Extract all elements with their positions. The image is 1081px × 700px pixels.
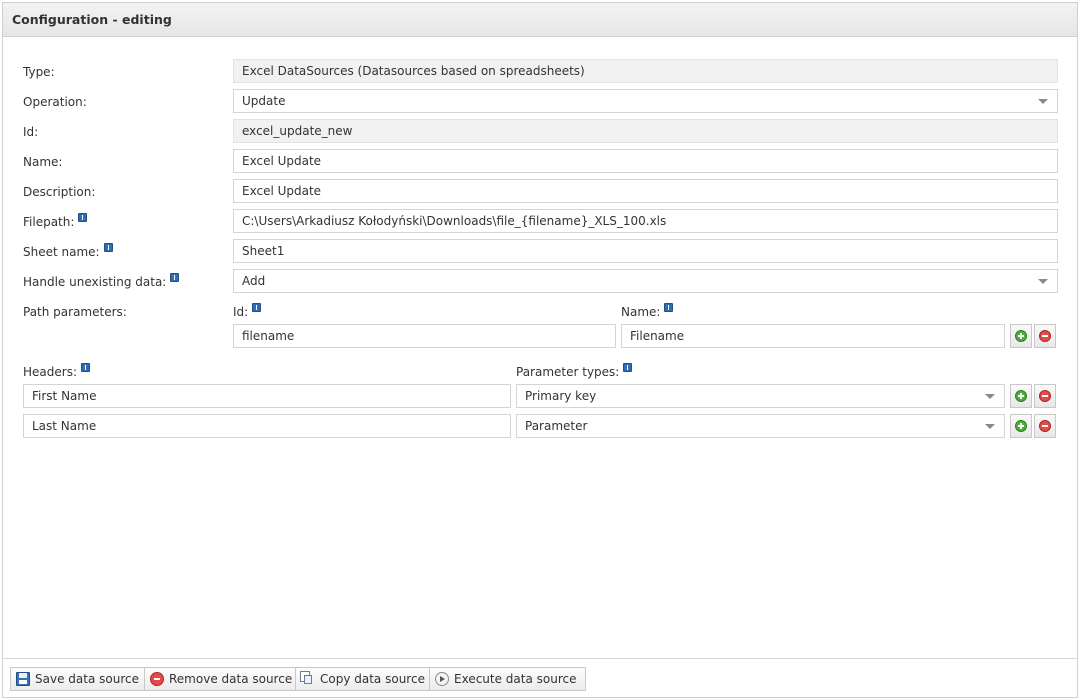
add-icon	[1015, 420, 1027, 432]
filepath-label: Filepath:	[23, 215, 75, 229]
remove-icon	[150, 672, 164, 686]
parameter-type-select[interactable]: Parameter	[516, 414, 1005, 438]
info-icon[interactable]	[252, 303, 262, 312]
info-icon[interactable]	[81, 363, 90, 372]
info-icon[interactable]	[103, 243, 113, 252]
sheet-name-label-wrap: Sheet name:	[23, 243, 113, 259]
name-input[interactable]: Excel Update	[233, 149, 1058, 173]
id-label: Id:	[23, 125, 39, 139]
execute-label: Execute data source	[454, 672, 577, 686]
add-icon	[1015, 390, 1027, 402]
path-param-name-label: Name:	[621, 305, 661, 319]
handle-unexisting-label-wrap: Handle unexisting data:	[23, 273, 180, 289]
remove-label: Remove data source	[169, 672, 293, 686]
header-input[interactable]: First Name	[23, 384, 511, 408]
add-header-button[interactable]	[1010, 414, 1032, 438]
handle-unexisting-select[interactable]: Add	[233, 269, 1058, 293]
remove-icon	[1039, 330, 1051, 342]
remove-data-source-button[interactable]: Remove data source	[144, 667, 302, 691]
operation-select[interactable]: Update	[233, 89, 1058, 113]
path-param-id-label: Id:	[233, 305, 249, 319]
info-icon[interactable]	[170, 273, 180, 282]
description-label: Description:	[23, 185, 96, 199]
copy-data-source-button[interactable]: Copy data source	[295, 667, 434, 691]
bottom-toolbar: Save data source Remove data source Copy…	[3, 658, 1077, 697]
parameter-types-label-wrap: Parameter types:	[516, 363, 633, 379]
panel-title: Configuration - editing	[12, 12, 172, 27]
copy-icon	[300, 671, 312, 684]
description-input[interactable]: Excel Update	[233, 179, 1058, 203]
save-icon	[16, 672, 30, 686]
remove-header-button[interactable]	[1034, 414, 1056, 438]
type-label: Type:	[23, 65, 55, 79]
path-param-name-header: Name:	[621, 303, 674, 319]
chevron-down-icon	[1038, 99, 1048, 104]
sheet-name-input[interactable]: Sheet1	[233, 239, 1058, 263]
save-label: Save data source	[35, 672, 139, 686]
path-param-name-input[interactable]: Filename	[621, 324, 1005, 348]
copy-label: Copy data source	[320, 672, 425, 686]
remove-header-button[interactable]	[1034, 384, 1056, 408]
name-label: Name:	[23, 155, 63, 169]
add-header-button[interactable]	[1010, 384, 1032, 408]
remove-icon	[1039, 390, 1051, 402]
headers-label-wrap: Headers:	[23, 363, 90, 379]
remove-path-param-button[interactable]	[1034, 324, 1056, 348]
sheet-name-label: Sheet name:	[23, 245, 100, 259]
parameter-type-value: Parameter	[525, 419, 588, 433]
config-panel: Configuration - editing Type: Excel Data…	[2, 2, 1078, 698]
type-field: Excel DataSources (Datasources based on …	[233, 59, 1058, 83]
save-data-source-button[interactable]: Save data source	[10, 667, 148, 691]
parameter-types-label: Parameter types:	[516, 365, 620, 379]
parameter-type-select[interactable]: Primary key	[516, 384, 1005, 408]
handle-unexisting-label: Handle unexisting data:	[23, 275, 167, 289]
operation-value: Update	[242, 94, 286, 108]
panel-header: Configuration - editing	[3, 3, 1077, 37]
play-icon	[435, 672, 449, 686]
headers-label: Headers:	[23, 365, 77, 379]
filepath-label-wrap: Filepath:	[23, 213, 88, 229]
info-icon[interactable]	[78, 213, 88, 222]
info-icon[interactable]	[664, 303, 674, 312]
chevron-down-icon	[985, 424, 995, 429]
add-icon	[1015, 330, 1027, 342]
filepath-input[interactable]: C:\Users\Arkadiusz Kołodyński\Downloads\…	[233, 209, 1058, 233]
add-path-param-button[interactable]	[1010, 324, 1032, 348]
header-input[interactable]: Last Name	[23, 414, 511, 438]
path-param-id-header: Id:	[233, 303, 262, 319]
path-parameters-label: Path parameters:	[23, 305, 127, 319]
parameter-type-value: Primary key	[525, 389, 597, 403]
id-field: excel_update_new	[233, 119, 1058, 143]
chevron-down-icon	[1038, 279, 1048, 284]
path-param-id-input[interactable]: filename	[233, 324, 616, 348]
info-icon[interactable]	[623, 363, 633, 372]
operation-label: Operation:	[23, 95, 87, 109]
execute-data-source-button[interactable]: Execute data source	[429, 667, 586, 691]
remove-icon	[1039, 420, 1051, 432]
chevron-down-icon	[985, 394, 995, 399]
handle-unexisting-value: Add	[242, 274, 266, 288]
